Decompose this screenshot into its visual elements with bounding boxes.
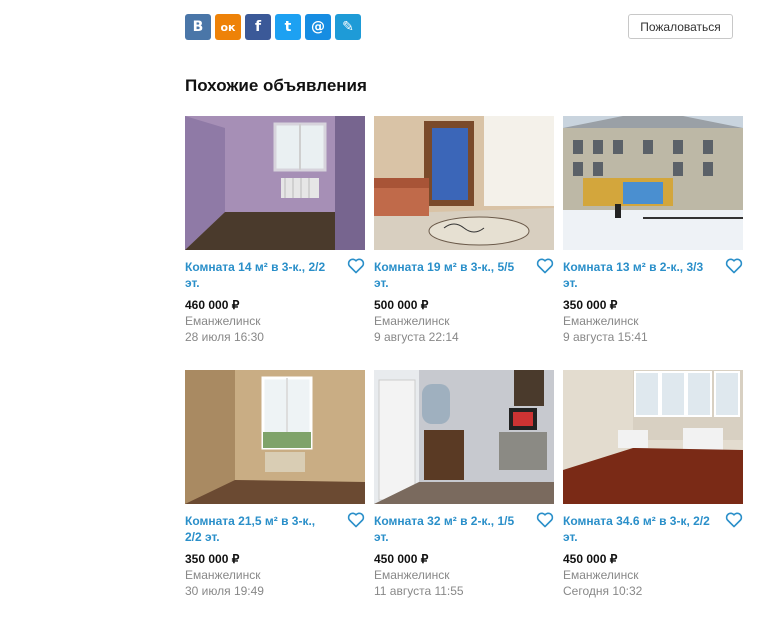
listing-date: 9 августа 22:14 — [374, 330, 459, 344]
listing-title[interactable]: Комната 21,5 м² в 3-к., 2/2 эт. — [185, 513, 335, 545]
listing-card[interactable]: Комната 13 м² в 2-к., 3/3 эт. 350 000 ₽ … — [563, 116, 743, 370]
listing-price: 450 000 ₽ — [374, 552, 429, 566]
listing-card[interactable]: Комната 34.6 м² в 3-к, 2/2 эт. 450 000 ₽… — [563, 370, 743, 624]
heart-outline-icon[interactable] — [536, 512, 554, 528]
listing-date: 11 августа 11:55 — [374, 584, 464, 598]
listing-city: Еманжелинск — [185, 568, 261, 582]
twitter-share-button[interactable]: t — [275, 14, 301, 40]
section-title: Похожие объявления — [185, 76, 367, 95]
vk-share-button[interactable]: B — [185, 14, 211, 40]
listing-date: 9 августа 15:41 — [563, 330, 648, 344]
listing-card[interactable]: Комната 14 м² в 3-к., 2/2 эт. 460 000 ₽ … — [185, 116, 365, 370]
listing-price: 350 000 ₽ — [185, 552, 240, 566]
listing-photo[interactable] — [185, 116, 365, 250]
heart-outline-icon[interactable] — [347, 258, 365, 274]
heart-outline-icon[interactable] — [725, 512, 743, 528]
listing-title[interactable]: Комната 13 м² в 2-к., 3/3 эт. — [563, 259, 713, 291]
listing-price: 350 000 ₽ — [563, 298, 618, 312]
listing-city: Еманжелинск — [185, 314, 261, 328]
listing-date: Сегодня 10:32 — [563, 584, 643, 598]
listing-title[interactable]: Комната 34.6 м² в 3-к, 2/2 эт. — [563, 513, 713, 545]
heart-outline-icon[interactable] — [347, 512, 365, 528]
listings-grid: Комната 14 м² в 3-к., 2/2 эт. 460 000 ₽ … — [185, 116, 743, 624]
listing-card[interactable]: Комната 21,5 м² в 3-к., 2/2 эт. 350 000 … — [185, 370, 365, 624]
heart-outline-icon[interactable] — [725, 258, 743, 274]
mailru-share-button[interactable]: @ — [305, 14, 331, 40]
listing-photo[interactable] — [185, 370, 365, 504]
listing-city: Еманжелинск — [563, 568, 639, 582]
listing-date: 30 июля 19:49 — [185, 584, 264, 598]
listing-photo[interactable] — [374, 116, 554, 250]
listing-photo[interactable] — [374, 370, 554, 504]
listing-city: Еманжелинск — [563, 314, 639, 328]
ok-share-button[interactable]: ок — [215, 14, 241, 40]
listing-city: Еманжелинск — [374, 314, 450, 328]
livejournal-share-button[interactable]: ✎ — [335, 14, 361, 40]
listing-title[interactable]: Комната 32 м² в 2-к., 1/5 эт. — [374, 513, 524, 545]
listing-date: 28 июля 16:30 — [185, 330, 264, 344]
listing-price: 450 000 ₽ — [563, 552, 618, 566]
listing-title[interactable]: Комната 19 м² в 3-к., 5/5 эт. — [374, 259, 524, 291]
listing-price: 460 000 ₽ — [185, 298, 240, 312]
facebook-share-button[interactable]: f — [245, 14, 271, 40]
listing-city: Еманжелинск — [374, 568, 450, 582]
listing-card[interactable]: Комната 32 м² в 2-к., 1/5 эт. 450 000 ₽ … — [374, 370, 554, 624]
listing-title[interactable]: Комната 14 м² в 3-к., 2/2 эт. — [185, 259, 335, 291]
listing-price: 500 000 ₽ — [374, 298, 429, 312]
listing-photo[interactable] — [563, 116, 743, 250]
listing-photo[interactable] — [563, 370, 743, 504]
heart-outline-icon[interactable] — [536, 258, 554, 274]
share-buttons: B ок f t @ ✎ — [185, 14, 361, 40]
listing-card[interactable]: Комната 19 м² в 3-к., 5/5 эт. 500 000 ₽ … — [374, 116, 554, 370]
complain-button[interactable]: Пожаловаться — [628, 14, 733, 39]
